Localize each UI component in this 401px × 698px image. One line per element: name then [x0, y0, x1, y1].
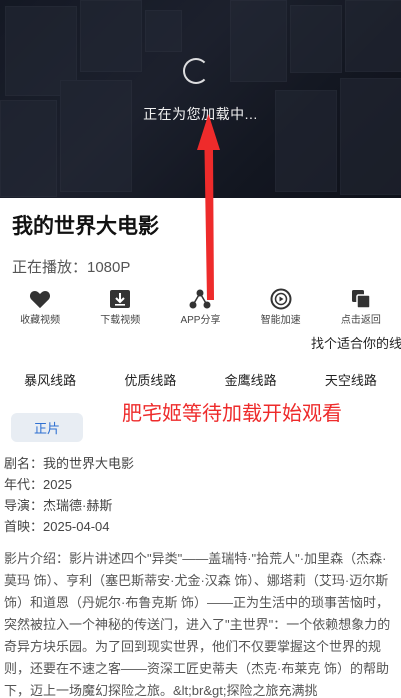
download-label: 下载视频 [100, 315, 141, 326]
meta-year: 年代：2025 [4, 477, 72, 492]
loading-text: 正在为您加载中... [143, 106, 258, 122]
route-hint: 找个适合你的线路 [310, 336, 401, 351]
copy-icon [326, 287, 396, 311]
smart-accelerate-label: 智能加速 [260, 315, 301, 326]
video-player[interactable]: 正在为您加载中... [0, 0, 401, 198]
download-button[interactable]: 下载视频 [85, 287, 155, 327]
route-tab-tiankong[interactable]: 天空线路 [325, 370, 377, 389]
back-button[interactable]: 点击返回 [326, 287, 396, 327]
smart-accelerate-button[interactable]: 智能加速 [246, 287, 316, 327]
app-share-button[interactable]: APP分享 [165, 287, 235, 327]
app-share-label: APP分享 [180, 315, 221, 326]
meta-premiere: 首映：2025-04-04 [4, 519, 110, 534]
share-icon [165, 287, 235, 311]
synopsis: 影片介绍：影片讲述四个"异类"——盖瑞特·"拾荒人"·加里森（杰森·莫玛 饰）、… [4, 551, 391, 698]
now-playing-quality: 正在播放：1080P [12, 259, 131, 276]
player-dim-overlay [0, 0, 401, 198]
favorite-label: 收藏视频 [20, 315, 61, 326]
annotation-text: 肥宅姬等待加载开始观看 [122, 403, 342, 425]
download-icon [85, 287, 155, 311]
route-tab-baofeng[interactable]: 暴风线路 [24, 370, 76, 389]
loading-spinner-icon [183, 58, 209, 84]
movie-title: 我的世界大电影 [12, 215, 159, 238]
route-tab-youzhi[interactable]: 优质线路 [124, 370, 176, 389]
episode-button-feature[interactable]: 正片 [11, 413, 83, 442]
movie-meta: 剧名：我的世界大电影 年代：2025 导演：杰瑞德·赫斯 首映：2025-04-… [4, 453, 134, 537]
favorite-button[interactable]: 收藏视频 [5, 287, 75, 327]
action-bar: 收藏视频 下载视频 APP分享 智能加速 点击返回 [0, 287, 401, 327]
route-tab-jinying[interactable]: 金鹰线路 [225, 370, 277, 389]
play-circle-icon [246, 287, 316, 311]
back-label: 点击返回 [340, 315, 381, 326]
meta-director: 导演：杰瑞德·赫斯 [4, 498, 113, 513]
meta-name: 剧名：我的世界大电影 [4, 456, 135, 471]
route-tabs: 暴风线路 优质线路 金鹰线路 天空线路 [0, 370, 401, 389]
heart-icon [5, 287, 75, 311]
